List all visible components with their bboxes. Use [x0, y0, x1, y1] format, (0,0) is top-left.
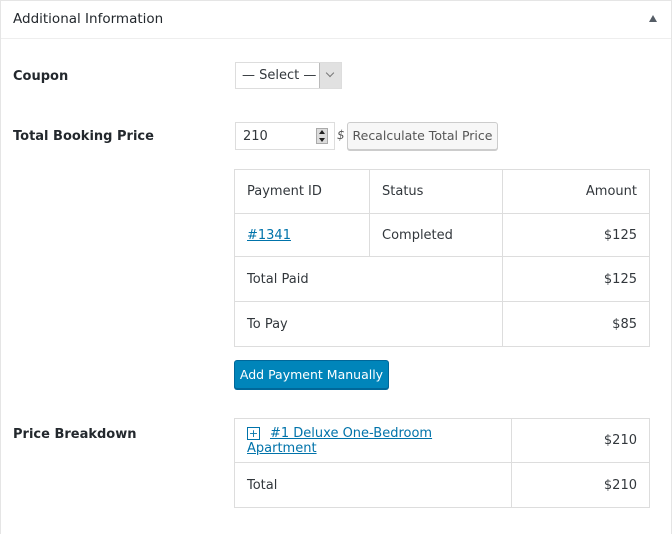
coupon-label: Coupon — [13, 69, 69, 84]
payments-table: Payment ID Status Amount #1341 Completed… — [234, 169, 650, 347]
total-paid-row: Total Paid $125 — [234, 256, 650, 302]
payment-amount: $125 — [502, 213, 650, 257]
breakdown-total-label: Total — [234, 462, 512, 508]
total-price-input[interactable]: 210 — [235, 122, 335, 150]
total-paid-value: $125 — [502, 256, 650, 302]
header-status: Status — [369, 169, 503, 214]
accommodation-link[interactable]: #1 Deluxe One-Bedroom Apartment — [247, 426, 432, 456]
panel-title: Additional Information — [13, 11, 164, 27]
breakdown-total-value: $210 — [511, 462, 650, 508]
coupon-select-value: — Select — — [242, 68, 317, 83]
header-amount: Amount — [502, 169, 650, 214]
price-breakdown-label: Price Breakdown — [13, 427, 137, 442]
payments-header-row: Payment ID Status Amount — [234, 169, 650, 214]
price-breakdown-table: + #1 Deluxe One-Bedroom Apartment $210 To… — [234, 418, 650, 508]
breakdown-item-cell: + #1 Deluxe One-Bedroom Apartment — [234, 418, 512, 463]
recalculate-total-price-button[interactable]: Recalculate Total Price — [347, 122, 498, 150]
total-price-value: 210 — [243, 129, 268, 144]
breakdown-item-row: + #1 Deluxe One-Bedroom Apartment $210 — [234, 418, 650, 463]
panel-header[interactable]: Additional Information — [1, 1, 671, 39]
breakdown-item-price: $210 — [511, 418, 650, 463]
add-payment-manually-button[interactable]: Add Payment Manually — [234, 360, 389, 389]
expand-plus-icon[interactable]: + — [247, 426, 260, 440]
total-paid-label: Total Paid — [234, 256, 503, 302]
additional-information-panel: Additional Information Coupon — Select —… — [0, 0, 672, 534]
coupon-select[interactable]: — Select — — [235, 62, 342, 89]
to-pay-value: $85 — [502, 301, 650, 347]
to-pay-row: To Pay $85 — [234, 301, 650, 347]
chevron-down-icon[interactable] — [319, 63, 341, 88]
payment-row: #1341 Completed $125 — [234, 213, 650, 257]
to-pay-label: To Pay — [234, 301, 503, 347]
header-payment-id: Payment ID — [234, 169, 370, 214]
payment-status: Completed — [369, 213, 503, 257]
currency-symbol: $ — [337, 128, 345, 142]
number-spinner-icon[interactable] — [316, 128, 328, 144]
total-booking-price-label: Total Booking Price — [13, 129, 154, 144]
breakdown-total-row: Total $210 — [234, 462, 650, 508]
payment-id-link[interactable]: #1341 — [247, 228, 291, 243]
collapse-toggle-icon[interactable] — [649, 15, 657, 22]
payment-id-cell: #1341 — [234, 213, 370, 257]
